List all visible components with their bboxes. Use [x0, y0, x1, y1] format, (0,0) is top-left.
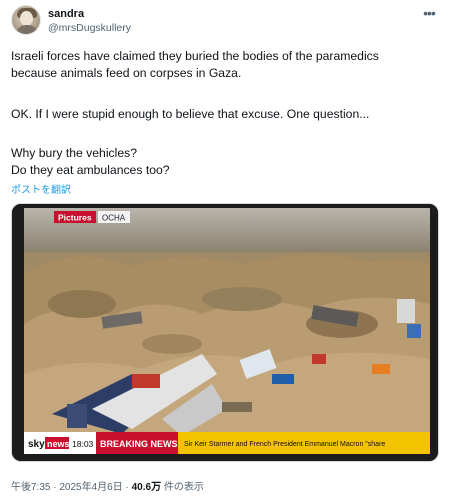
- avatar[interactable]: [11, 5, 41, 35]
- tv-source: OCHA: [102, 214, 126, 223]
- tweet-meta: 午後7:35 · 2025年4月6日 · 40.6万 件の表示: [11, 478, 204, 493]
- more-options-icon[interactable]: •••: [419, 6, 439, 22]
- tweet-text-line: OK. If I were stupid enough to believe t…: [11, 107, 370, 121]
- views-count: 40.6万: [131, 482, 162, 493]
- tweet-text-line: because animals feed on corpses in Gaza.: [11, 66, 242, 80]
- post-date[interactable]: 2025年4月6日: [59, 482, 122, 493]
- tv-badge: Pictures: [58, 213, 92, 223]
- tweet-media[interactable]: Pictures OCHA sky news 18:03 BREAKING NE…: [11, 203, 439, 462]
- breaking-news-label: BREAKING NEWS: [100, 439, 178, 449]
- translate-post-link[interactable]: ポストを翻訳: [11, 181, 71, 196]
- views-label: 件の表示: [161, 482, 204, 493]
- network-logo: sky: [28, 439, 45, 450]
- news-ticker: Sir Keir Starmer and French President Em…: [184, 441, 385, 448]
- tweet-text-line: Do they eat ambulances too?: [11, 163, 170, 177]
- tweet: sandra @mrsDugskullery ••• Israeli force…: [0, 0, 457, 500]
- tweet-text-line: Why bury the vehicles?: [11, 146, 137, 160]
- tweet-text-line: Israeli forces have claimed they buried …: [11, 49, 379, 63]
- network-logo: news: [47, 439, 70, 449]
- user-handle[interactable]: @mrsDugskullery: [48, 22, 131, 34]
- post-time[interactable]: 午後7:35: [11, 482, 50, 493]
- meta-separator: ·: [122, 482, 132, 493]
- tv-clock: 18:03: [72, 439, 94, 449]
- display-name[interactable]: sandra: [48, 8, 84, 20]
